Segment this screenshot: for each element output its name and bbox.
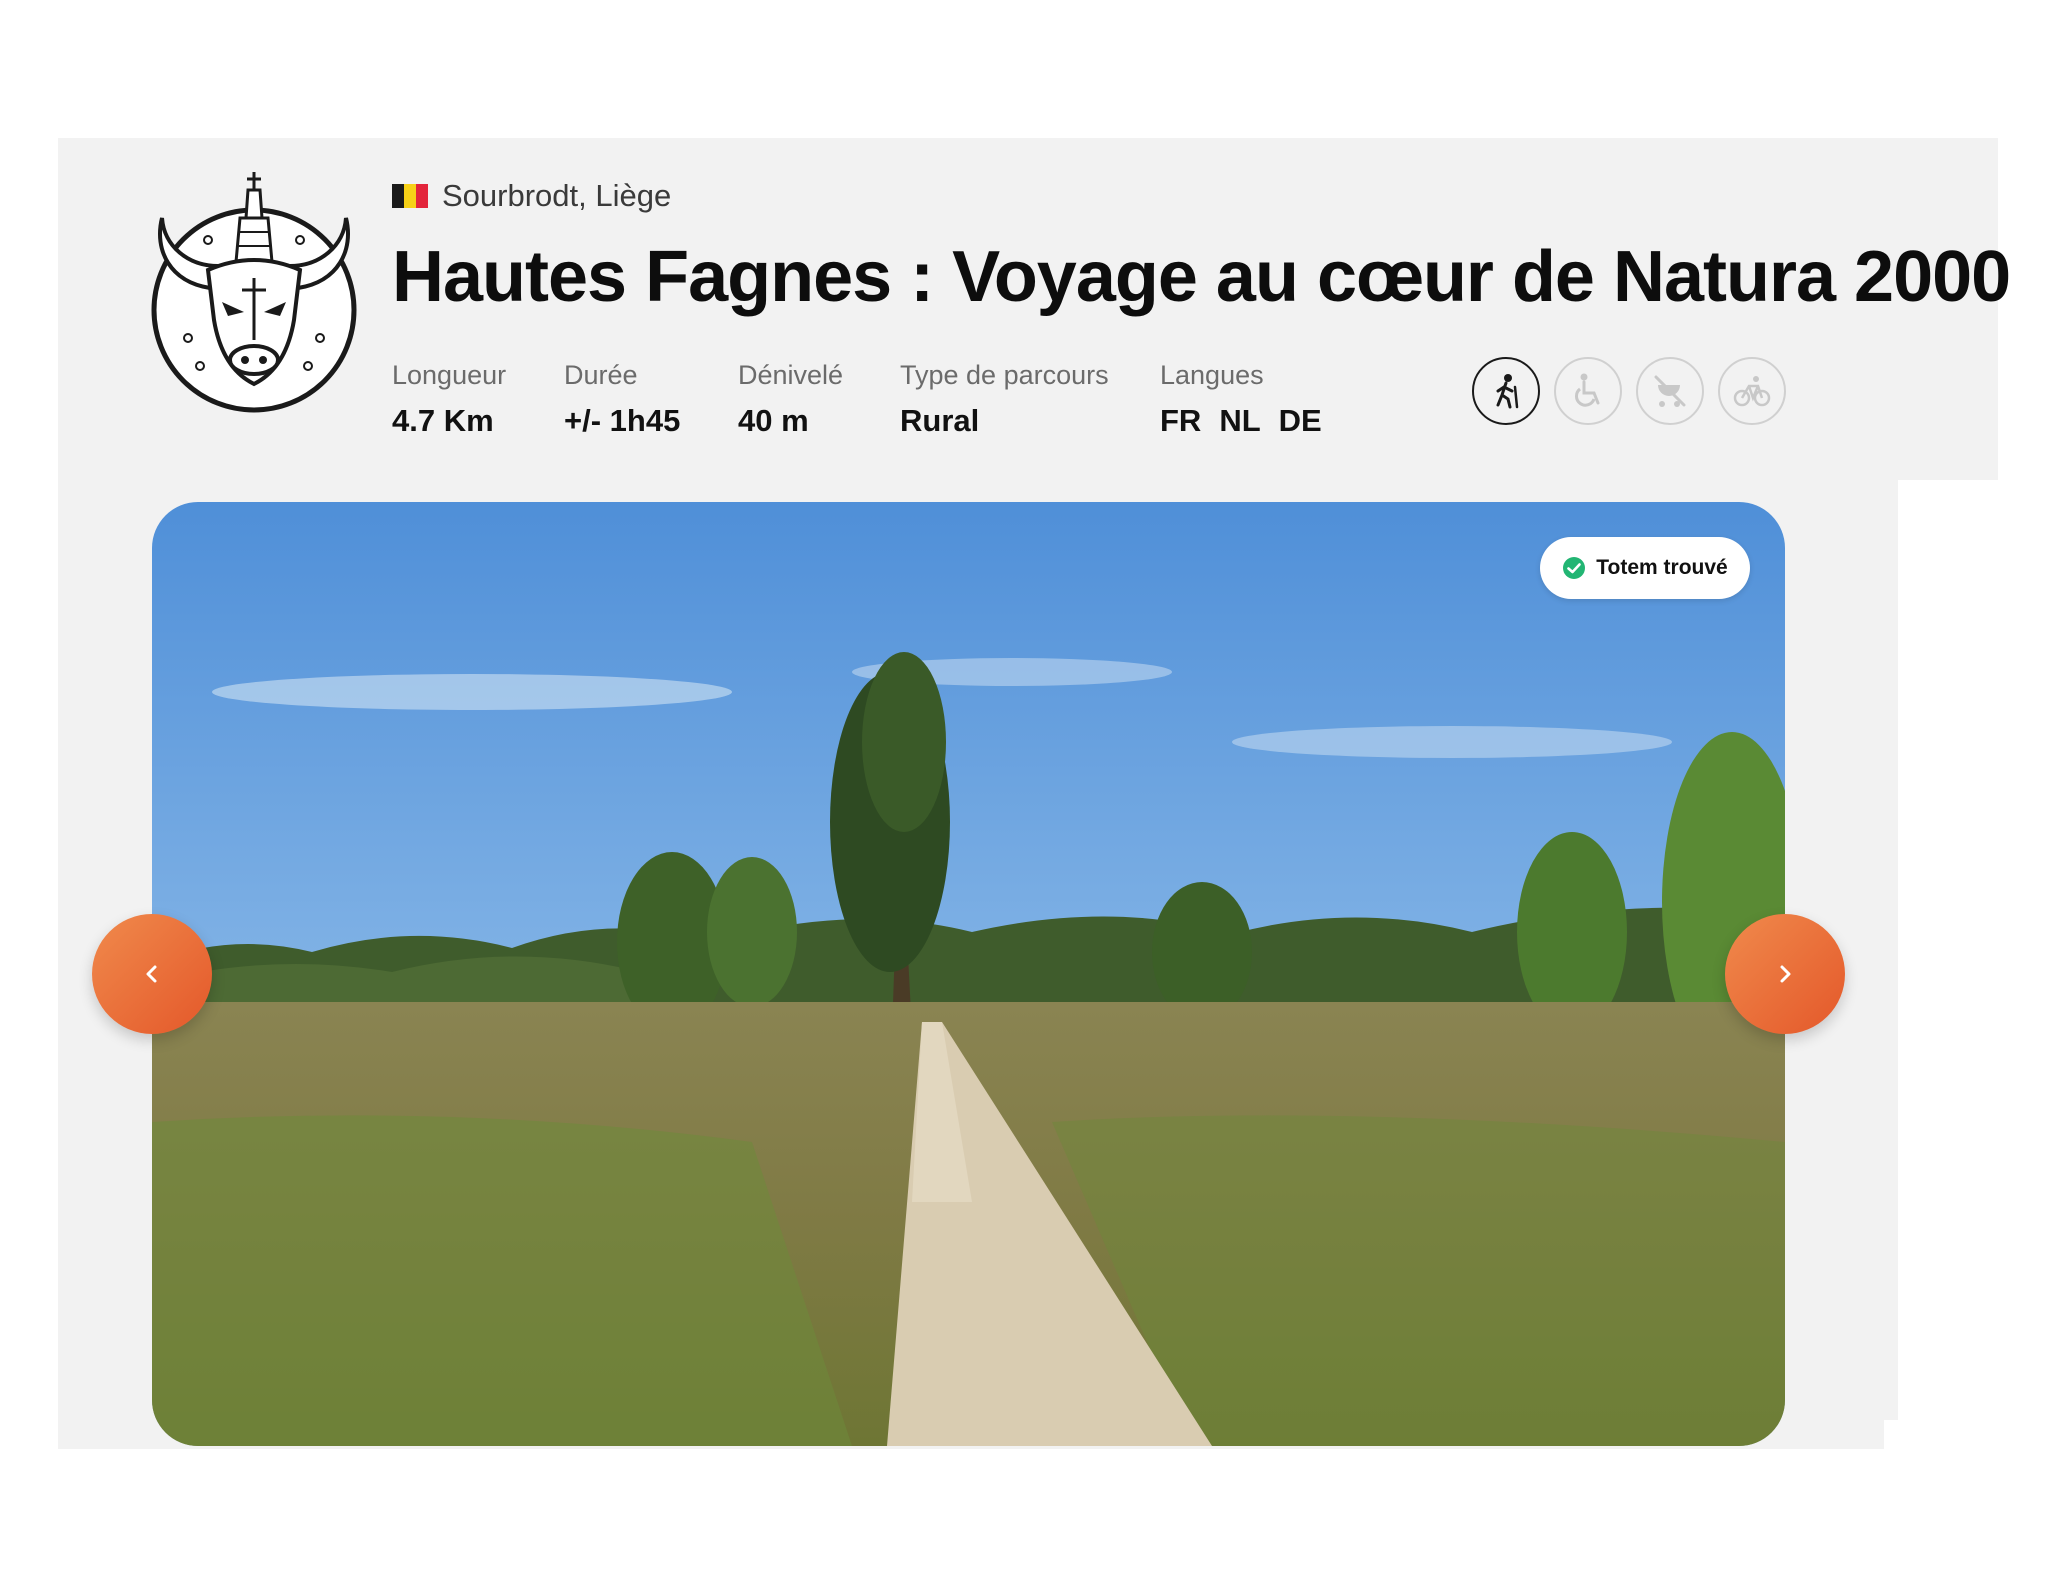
stroller-icon[interactable] [1636,357,1704,425]
chevron-right-icon [1780,965,1791,983]
flag-stripe-red [416,184,428,208]
stat-route-type: Type de parcours Rural [900,360,1109,439]
flag-stripe-yellow [404,184,416,208]
wheelchair-icon[interactable] [1554,357,1622,425]
stat-value: 4.7 Km [392,403,494,438]
badge-label: Totem trouvé [1596,556,1728,579]
panel-edge [1884,480,1898,1420]
bicycle-icon[interactable] [1718,357,1786,425]
stat-label: Dénivelé [738,360,844,390]
check-circle-icon [1563,557,1586,579]
stat-label: Langues [1160,360,1264,390]
stat-languages: Langues FR NL DE [1160,360,1340,439]
language-de[interactable]: DE [1279,403,1322,438]
stat-value: +/- 1h45 [564,403,681,438]
previous-photo-button[interactable] [92,914,212,1034]
chevron-left-icon [146,965,157,983]
stat-value: 40 m [738,403,809,438]
stat-duration: Durée +/- 1h45 [564,360,680,439]
belgian-flag-icon [392,184,428,208]
totem-found-badge: Totem trouvé [1540,537,1750,599]
stat-label: Durée [564,360,638,390]
location-line: Sourbrodt, Liège [392,176,671,216]
trail-photo [152,502,1785,1446]
stat-value: Rural [900,403,980,438]
flag-stripe-black [392,184,404,208]
stat-length: Longueur 4.7 Km [392,360,506,439]
stat-label: Type de parcours [900,360,1109,390]
language-list: FR NL DE [1160,403,1340,439]
bull-head-emblem-icon [148,170,360,420]
next-photo-button[interactable] [1725,914,1845,1034]
stat-label: Longueur [392,360,507,390]
stat-elevation: Dénivelé 40 m [738,360,843,439]
location-text: Sourbrodt, Liège [442,178,672,213]
hiker-icon[interactable] [1472,357,1540,425]
page-title: Hautes Fagnes : Voyage au cœur de Natura… [392,237,2011,317]
language-fr[interactable]: FR [1160,403,1201,438]
language-nl[interactable]: NL [1219,403,1260,438]
